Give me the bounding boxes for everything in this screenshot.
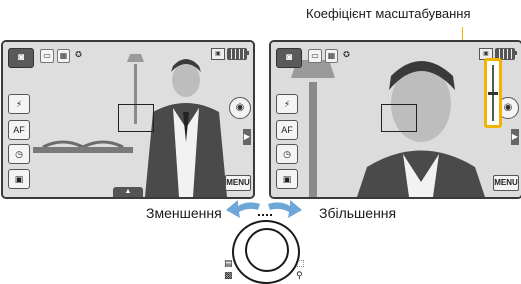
af-button[interactable]: AF bbox=[8, 120, 30, 140]
camera-mode-button[interactable]: ◙ bbox=[276, 48, 302, 68]
camera-mode-button[interactable]: ◙ bbox=[8, 48, 34, 68]
stabilizer-button[interactable]: ▣ bbox=[276, 169, 298, 189]
expand-arrow-button[interactable]: ▶ bbox=[511, 129, 519, 145]
battery-tip bbox=[515, 51, 517, 55]
af-button[interactable]: AF bbox=[276, 120, 298, 140]
menu-button[interactable]: MENU bbox=[493, 175, 519, 191]
focus-frame bbox=[381, 104, 417, 132]
battery-icon bbox=[227, 48, 247, 60]
grid-view-icon: ▩ bbox=[224, 270, 233, 280]
face-detect-icon: ✪ bbox=[75, 50, 82, 59]
stabilizer-button[interactable]: ▣ bbox=[8, 169, 30, 189]
thumbnail-view-icon: ▤ bbox=[224, 258, 233, 268]
scene-button[interactable]: ◉ bbox=[229, 97, 251, 119]
quality-icon: ▦ bbox=[57, 49, 70, 63]
zoom-in-label: Збільшення bbox=[319, 205, 397, 221]
tele-icon: ⬚ bbox=[296, 258, 305, 268]
face-detect-icon: ✪ bbox=[343, 50, 350, 59]
camera-screen-wide: ◙ ▭ ▦ ✪ ▣ ⚡ AF ◷ ▣ ◉ ▶ MENU ▲ bbox=[1, 40, 255, 199]
zoom-ratio-callout: Коефіцієнт масштабування bbox=[306, 6, 471, 21]
flash-button[interactable]: ⚡ bbox=[8, 94, 30, 114]
resolution-icon: ▭ bbox=[308, 49, 322, 63]
memory-card-icon: ▣ bbox=[211, 48, 225, 60]
zoom-bar bbox=[484, 58, 502, 128]
menu-button[interactable]: MENU bbox=[225, 175, 251, 191]
flash-button[interactable]: ⚡ bbox=[276, 94, 298, 114]
zoom-level-indicator bbox=[488, 91, 498, 95]
focus-frame bbox=[118, 104, 154, 132]
timer-button[interactable]: ◷ bbox=[8, 144, 30, 164]
bottom-tab-button[interactable]: ▲ bbox=[113, 187, 143, 197]
shutter-button[interactable] bbox=[245, 228, 289, 272]
magnify-icon: ⚲ bbox=[296, 270, 303, 280]
battery-tip bbox=[247, 51, 249, 55]
camera-screen-zoomed: ◙ ▭ ▦ ✪ ▣ ⚡ AF ◷ ▣ ◉ ▶ MENU bbox=[269, 40, 521, 199]
quality-icon: ▦ bbox=[325, 49, 338, 63]
timer-button[interactable]: ◷ bbox=[276, 144, 298, 164]
zoom-out-label: Зменшення bbox=[146, 205, 222, 221]
resolution-icon: ▭ bbox=[40, 49, 54, 63]
expand-arrow-button[interactable]: ▶ bbox=[243, 129, 251, 145]
